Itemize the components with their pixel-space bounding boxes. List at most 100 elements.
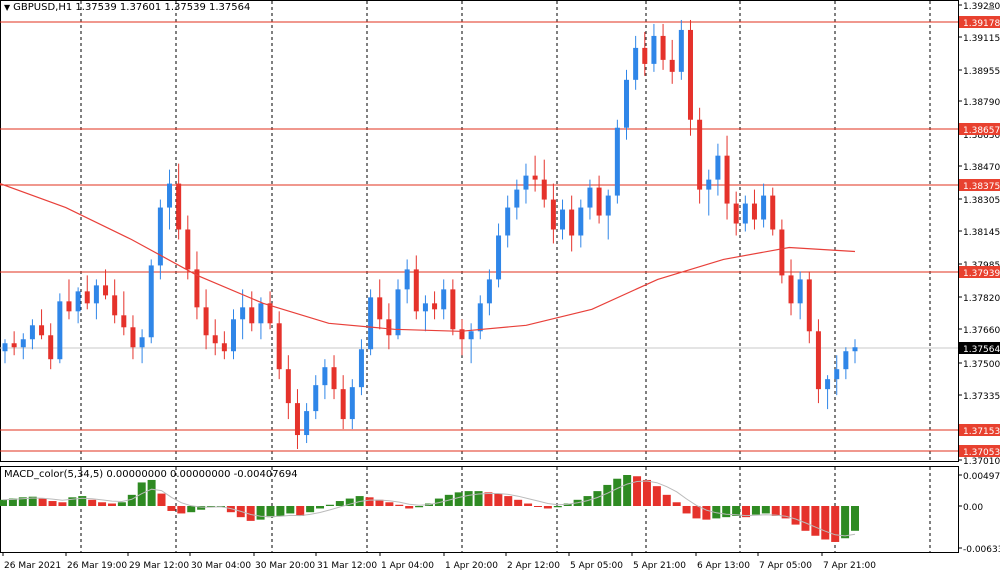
time-axis-label: 1 Apr 04:00 bbox=[381, 561, 434, 571]
candle-body bbox=[770, 195, 776, 230]
candle-body bbox=[413, 269, 419, 312]
candle-body bbox=[230, 319, 236, 352]
candle-body bbox=[349, 387, 355, 420]
candle-body bbox=[167, 183, 173, 208]
macd-bar bbox=[58, 502, 67, 506]
candle-body bbox=[432, 303, 438, 310]
candle-body bbox=[614, 127, 620, 196]
candle-body bbox=[139, 337, 145, 348]
macd-title: MACD_color(5,34,5) 0.00000000 0.00000000… bbox=[4, 469, 298, 480]
candle-body bbox=[130, 327, 136, 348]
candle-body bbox=[221, 343, 227, 352]
macd-bar bbox=[335, 501, 344, 506]
dropdown-arrow-icon[interactable]: ▼ bbox=[4, 3, 10, 12]
macd-bar bbox=[187, 506, 196, 513]
candle-body bbox=[605, 195, 611, 216]
macd-bar bbox=[633, 476, 642, 506]
candle-body bbox=[368, 297, 374, 350]
macd-bar bbox=[702, 506, 711, 520]
price-axis-label: 1.38790 bbox=[963, 98, 1000, 108]
price-axis-label: 1.39115 bbox=[963, 34, 1000, 44]
candle-body bbox=[660, 35, 666, 60]
time-axis-label: 5 Apr 21:00 bbox=[633, 561, 686, 571]
macd-bar bbox=[48, 501, 57, 506]
time-axis-label: 5 Apr 05:00 bbox=[570, 561, 623, 571]
candle-body bbox=[596, 187, 602, 216]
macd-bar bbox=[504, 496, 513, 506]
macd-bar bbox=[395, 504, 404, 506]
candle-body bbox=[240, 307, 246, 320]
macd-bar bbox=[811, 506, 820, 536]
candle-body bbox=[651, 35, 657, 64]
price-axis-label: 1.37500 bbox=[963, 360, 1000, 370]
macd-bar bbox=[177, 506, 186, 514]
candle-body bbox=[249, 307, 255, 324]
macd-bar bbox=[474, 491, 483, 506]
price-axis-label: 1.38470 bbox=[963, 163, 1000, 173]
candle-body bbox=[505, 207, 511, 236]
candle-body bbox=[843, 351, 849, 370]
time-axis-label: 30 Mar 04:00 bbox=[191, 561, 251, 571]
time-axis-label: 6 Apr 13:00 bbox=[697, 561, 750, 571]
candle-body bbox=[148, 265, 154, 338]
candle-body bbox=[733, 203, 739, 224]
candle-body bbox=[84, 291, 90, 304]
macd-bar bbox=[484, 492, 493, 506]
macd-bar bbox=[543, 506, 552, 509]
candle-body bbox=[20, 339, 26, 348]
macd-bar bbox=[88, 499, 97, 506]
level-label: 1.37053 bbox=[963, 448, 1000, 458]
macd-bar bbox=[771, 506, 780, 516]
candle-body bbox=[313, 385, 319, 412]
macd-bar bbox=[256, 506, 265, 520]
macd-bar bbox=[642, 479, 651, 506]
macd-bar bbox=[325, 504, 334, 506]
macd-axis-label: 0.00 bbox=[963, 503, 983, 513]
symbol-title: ▼ GBPUSD,H1 1.37539 1.37601 1.37539 1.375… bbox=[4, 2, 250, 13]
candle-body bbox=[39, 325, 45, 336]
price-axis-label: 1.37820 bbox=[963, 294, 1000, 304]
macd-bar bbox=[266, 506, 275, 518]
price-axis-label: 1.38955 bbox=[963, 67, 1000, 77]
candle-body bbox=[57, 301, 63, 360]
candle-body bbox=[285, 369, 291, 404]
candle-body bbox=[386, 319, 392, 336]
time-axis-label: 1 Apr 20:00 bbox=[445, 561, 498, 571]
macd-bar bbox=[107, 503, 116, 506]
candle-body bbox=[11, 343, 17, 348]
macd-bar bbox=[722, 506, 731, 518]
candle-body bbox=[304, 411, 310, 436]
macd-bar bbox=[524, 503, 533, 506]
chart-canvas[interactable]: 1.392801.391151.389551.387901.386301.384… bbox=[0, 0, 1000, 578]
candle-body bbox=[2, 343, 8, 352]
candle-body bbox=[815, 331, 821, 390]
candle-body bbox=[121, 315, 127, 328]
current-price-label: 1.37564 bbox=[963, 345, 1000, 355]
candle-body bbox=[550, 199, 556, 230]
candle-body bbox=[523, 175, 529, 190]
time-axis-label: 31 Mar 12:00 bbox=[317, 561, 377, 571]
candle-body bbox=[331, 367, 337, 390]
macd-bar bbox=[385, 502, 394, 506]
macd-bar bbox=[0, 499, 7, 506]
macd-bar bbox=[276, 506, 285, 516]
macd-bar bbox=[514, 499, 523, 506]
macd-axis-label: 0.004972 bbox=[963, 472, 1000, 482]
candle-body bbox=[185, 229, 191, 270]
macd-bar bbox=[623, 475, 632, 506]
macd-bar bbox=[821, 506, 830, 540]
candle-body bbox=[578, 207, 584, 236]
candle-body bbox=[212, 335, 218, 344]
chevron-up-icon[interactable] bbox=[986, 3, 996, 11]
candle-body bbox=[395, 289, 401, 336]
candle-body bbox=[514, 189, 520, 208]
candle-body bbox=[788, 275, 794, 304]
candle-body bbox=[203, 307, 209, 336]
candle-body bbox=[486, 279, 492, 304]
candle-body bbox=[75, 291, 81, 312]
candle-body bbox=[468, 331, 474, 340]
macd-bar bbox=[78, 496, 87, 506]
macd-bar bbox=[603, 484, 612, 506]
time-axis-label: 30 Mar 20:00 bbox=[255, 561, 315, 571]
candle-body bbox=[697, 119, 703, 190]
